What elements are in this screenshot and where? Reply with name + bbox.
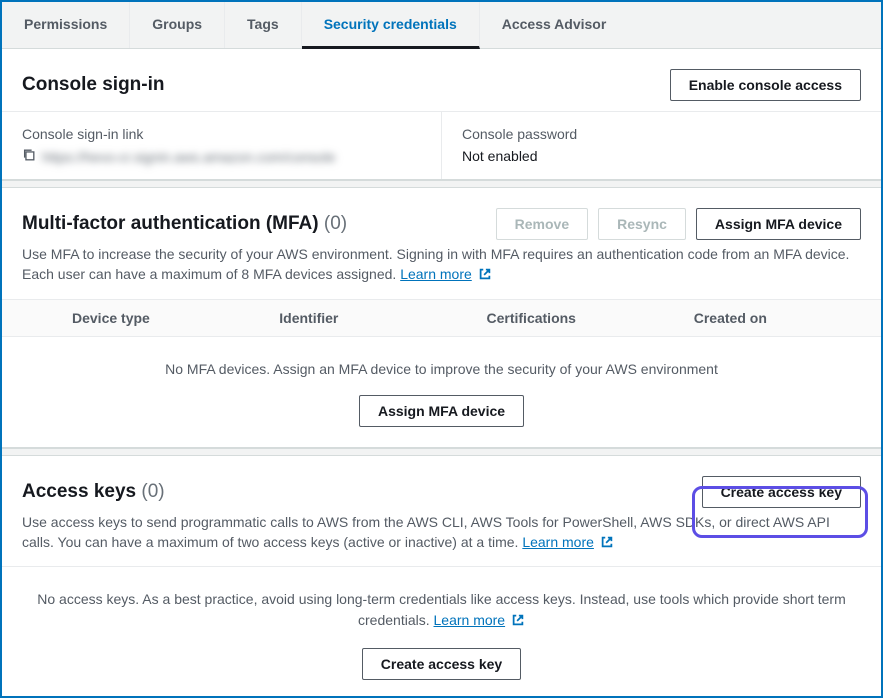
console-password-value: Not enabled [462,148,861,164]
mfa-panel: Multi-factor authentication (MFA) (0) Re… [2,188,881,448]
tabs-bar: Permissions Groups Tags Security credent… [2,2,881,49]
mfa-resync-button: Resync [598,208,686,240]
enable-console-access-button[interactable]: Enable console access [670,69,861,101]
mfa-learn-more-link[interactable]: Learn more [400,266,472,282]
mfa-title: Multi-factor authentication (MFA) (0) [22,213,347,235]
tab-permissions[interactable]: Permissions [2,2,130,48]
console-signin-title: Console sign-in [22,74,165,96]
access-keys-panel: Access keys (0) Create access key Use ac… [2,456,881,698]
access-keys-empty-learn-more-link[interactable]: Learn more [434,612,506,628]
mfa-description: Use MFA to increase the security of your… [2,244,881,299]
col-device-type: Device type [52,300,259,336]
access-keys-description: Use access keys to send programmatic cal… [2,512,881,567]
create-access-key-button[interactable]: Create access key [702,476,861,508]
mfa-empty-text: No MFA devices. Assign an MFA device to … [22,359,861,379]
tab-tags[interactable]: Tags [225,2,302,48]
assign-mfa-device-button[interactable]: Assign MFA device [696,208,861,240]
mfa-empty-state: No MFA devices. Assign an MFA device to … [2,336,881,447]
access-keys-empty-text: No access keys. As a best practice, avoi… [22,589,861,632]
mfa-table-header: Device type Identifier Certifications Cr… [2,299,881,336]
external-link-icon [478,266,492,286]
assign-mfa-device-button-empty[interactable]: Assign MFA device [359,395,524,427]
console-signin-panel: Console sign-in Enable console access Co… [2,49,881,180]
col-created-on: Created on [674,300,881,336]
access-keys-empty-state: No access keys. As a best practice, avoi… [2,566,881,698]
mfa-remove-button: Remove [496,208,588,240]
col-certifications: Certifications [467,300,674,336]
create-access-key-button-empty[interactable]: Create access key [362,648,521,680]
access-keys-learn-more-link[interactable]: Learn more [522,534,594,550]
access-keys-title: Access keys (0) [22,481,165,503]
col-identifier: Identifier [259,300,466,336]
tab-groups[interactable]: Groups [130,2,225,48]
copy-icon[interactable] [22,148,36,165]
external-link-icon [600,534,614,554]
console-signin-link-value: https://hevo-cr.signin.aws.amazon.com/co… [42,149,335,165]
tab-security-credentials[interactable]: Security credentials [302,2,480,49]
external-link-icon [511,612,525,632]
tab-access-advisor[interactable]: Access Advisor [480,2,629,48]
console-signin-link-label: Console sign-in link [22,126,421,142]
console-password-label: Console password [462,126,861,142]
